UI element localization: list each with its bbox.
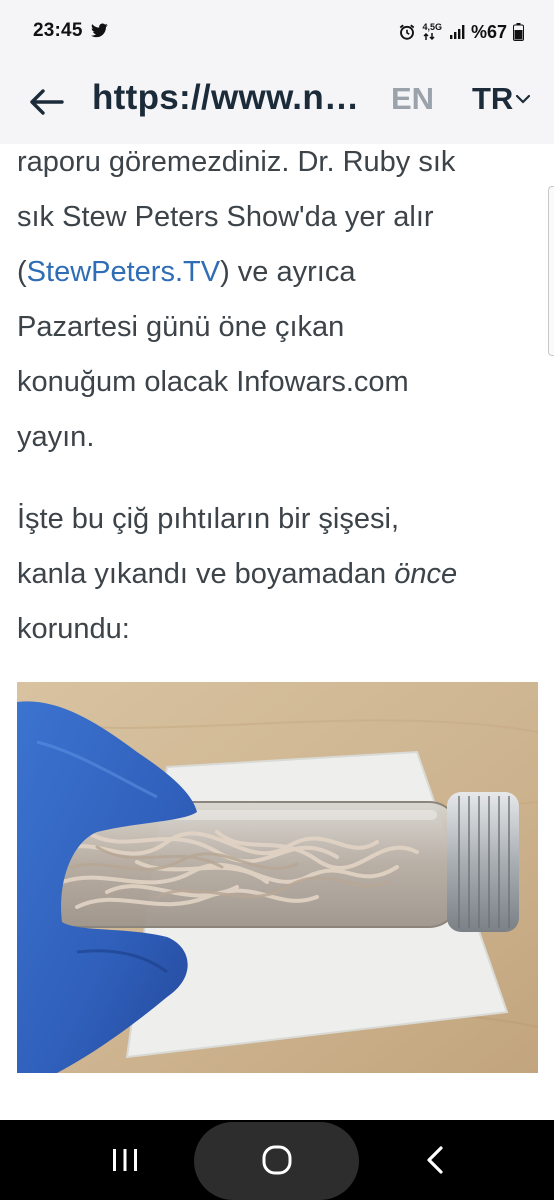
paragraph-line: kanla yıkandı ve boyamadan önce — [17, 547, 537, 602]
url-text[interactable]: https://www.newswars.com — [92, 78, 370, 118]
paragraph-text: kanla yıkandı ve boyamadan — [17, 558, 395, 590]
home-button[interactable] — [242, 1120, 312, 1200]
network-arrows-icon — [423, 32, 435, 41]
paragraph-line: konuğum olacak Infowars.com — [17, 366, 409, 398]
paragraph-line: İşte bu çiğ pıhtıların bir şişesi, — [17, 503, 399, 535]
stewpeters-link[interactable]: StewPeters.TV — [27, 256, 220, 288]
article-photo[interactable] — [17, 682, 538, 1073]
language-tr-button[interactable]: TR — [472, 81, 531, 117]
twitter-icon — [91, 23, 108, 38]
back-button[interactable] — [400, 1120, 470, 1200]
battery-percent: %67 — [470, 21, 507, 42]
emphasis-text: önce — [394, 558, 458, 590]
alarm-icon — [400, 24, 415, 40]
language-en-button[interactable]: EN — [391, 81, 434, 117]
scroll-indicator[interactable] — [548, 186, 554, 356]
network-type: 4,5G — [422, 23, 443, 41]
article-paragraph-1: raporu göremezdiniz. Dr. Ruby sık sık St… — [17, 144, 537, 465]
paragraph-line: (StewPeters.TV) ve ayrıca — [17, 245, 537, 300]
signal-icon — [449, 25, 465, 39]
status-icons: 4,5G %67 — [398, 19, 524, 45]
back-icon — [427, 1146, 443, 1174]
battery-icon — [513, 23, 524, 41]
recent-apps-icon — [113, 1149, 137, 1171]
home-icon — [262, 1145, 292, 1175]
paragraph-line: Pazartesi günü öne çıkan — [17, 311, 345, 343]
system-nav-bar — [0, 1120, 554, 1200]
paren-open: ( — [17, 256, 27, 288]
recent-apps-button[interactable] — [90, 1120, 160, 1200]
chevron-down-icon — [516, 94, 531, 104]
network-label: 4,5G — [422, 22, 442, 32]
article-content: raporu göremezdiniz. Dr. Ruby sık sık St… — [0, 144, 554, 1120]
browser-toolbar: https://www.newswars.com EN TR — [0, 64, 554, 144]
paragraph-line: yayın. — [17, 421, 95, 453]
status-time: 23:45 — [33, 20, 83, 41]
status-bar: 23:45 4,5G %67 — [0, 0, 554, 64]
back-arrow-icon[interactable] — [26, 82, 66, 122]
language-tr-label: TR — [472, 81, 514, 116]
paragraph-line: sık Stew Peters Show'da yer alır — [17, 201, 434, 233]
paragraph-line: korundu: — [17, 613, 130, 645]
vial-photo-illustration — [17, 682, 538, 1073]
paragraph-line: raporu göremezdiniz. Dr. Ruby sık — [17, 146, 456, 178]
article-paragraph-2: İşte bu çiğ pıhtıların bir şişesi, kanla… — [17, 492, 537, 657]
paragraph-text: ) ve ayrıca — [220, 256, 356, 288]
